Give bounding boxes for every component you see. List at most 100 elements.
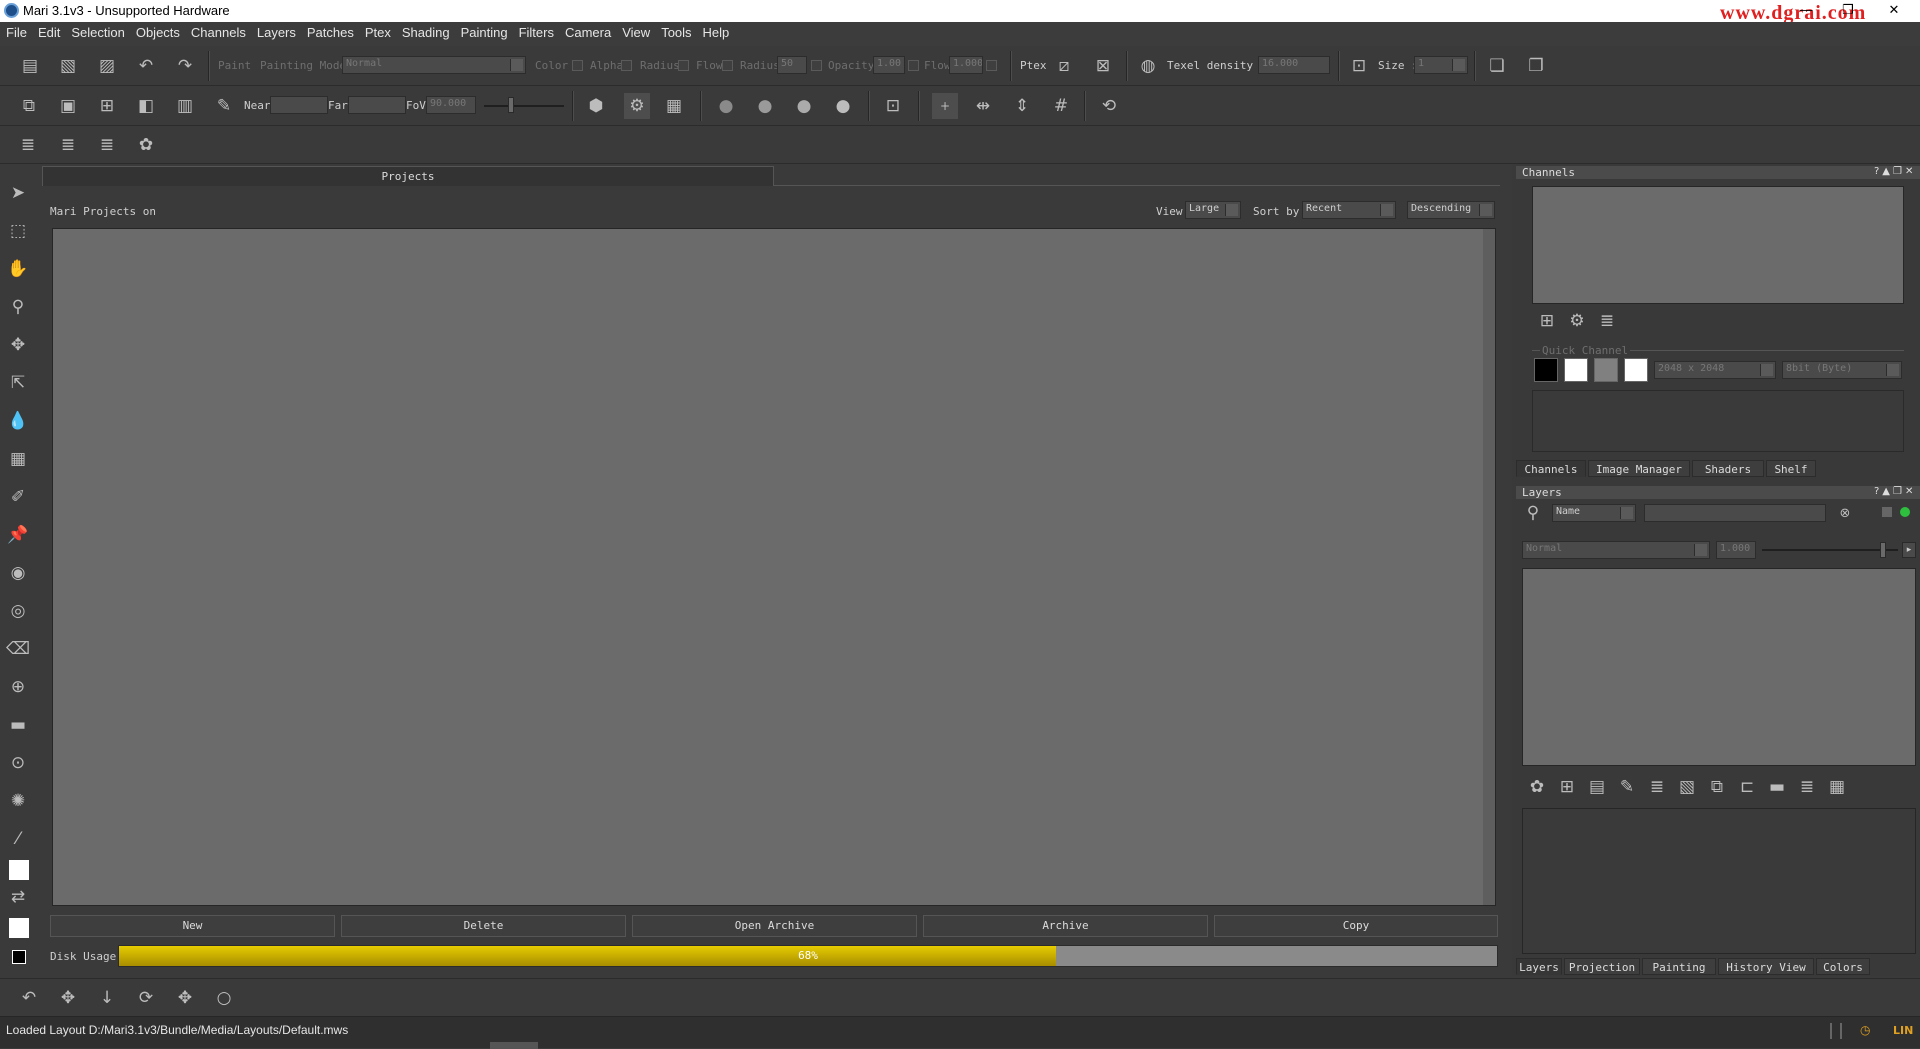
cube-icon[interactable]: ◧ (133, 93, 159, 119)
order-dropdown[interactable]: Descending (1407, 201, 1495, 219)
tab-projection[interactable]: Projection (1564, 958, 1640, 975)
ptex-resize-icon[interactable]: ⧄ (1051, 53, 1077, 79)
channels-list[interactable] (1532, 186, 1904, 304)
sphere-spec-icon[interactable]: ● (791, 93, 817, 119)
depth-dropdown[interactable]: 8bit (Byte) (1782, 361, 1902, 379)
flat-shade-icon[interactable]: ⚙ (624, 93, 650, 119)
grid-brush-icon[interactable]: ▦ (5, 446, 31, 472)
view-dropdown[interactable]: Large (1185, 201, 1241, 219)
pin-icon[interactable]: 📌 (5, 522, 31, 548)
mesh-icon[interactable]: ▥ (172, 93, 198, 119)
menu-selection[interactable]: Selection (65, 22, 129, 40)
fov-field[interactable]: 90.000 (426, 96, 476, 114)
tab-channels[interactable]: Channels (1516, 460, 1586, 477)
layer-remove-icon[interactable]: ≣ (94, 132, 120, 158)
sphere-flat-icon[interactable]: ● (713, 93, 739, 119)
tab-layers[interactable]: Layers (1516, 958, 1562, 975)
alpha-checkbox[interactable] (621, 60, 632, 71)
quick-channel-white-swatch[interactable] (1564, 358, 1588, 382)
palette-icon[interactable]: ✿ (133, 132, 159, 158)
layer-option-toggle[interactable] (1882, 507, 1892, 517)
center-point-icon[interactable]: + (932, 93, 958, 119)
menu-filters[interactable]: Filters (513, 22, 559, 40)
select-area-icon[interactable]: ⬚ (5, 218, 31, 244)
radius-lock[interactable] (811, 60, 822, 71)
eyedropper-icon[interactable]: ⁄ (5, 826, 31, 852)
transform-icon[interactable]: ⇱ (5, 370, 31, 396)
add-paint-layer-icon[interactable]: ✿ (1524, 774, 1550, 800)
texel-density-field[interactable]: 16.000 (1258, 56, 1330, 74)
close-file-icon[interactable]: ▧ (55, 53, 81, 79)
layer-add-icon[interactable]: ≣ (55, 132, 81, 158)
smudge-icon[interactable]: ✺ (5, 788, 31, 814)
tab-image-manager[interactable]: Image Manager (1588, 460, 1690, 477)
mirror-vertical-icon[interactable]: ⇕ (1009, 93, 1035, 119)
menu-shading[interactable]: Shading (396, 22, 455, 40)
menu-patches[interactable]: Patches (301, 22, 359, 40)
layer-opacity-handle[interactable] (1880, 542, 1886, 558)
mirror-horizontal-icon[interactable]: ⇹ (970, 93, 996, 119)
copy-project-button[interactable]: Copy (1214, 915, 1498, 937)
tab-painting[interactable]: Painting (1642, 958, 1716, 975)
tab-shaders[interactable]: Shaders (1692, 460, 1764, 477)
menu-camera[interactable]: Camera (559, 22, 616, 40)
eraser-icon[interactable]: ⌫ (5, 636, 31, 662)
layer-opacity-arrow-icon[interactable]: ▸ (1902, 542, 1916, 558)
new-file-icon[interactable]: ▤ (17, 53, 43, 79)
save-file-icon[interactable]: ▨ (94, 53, 120, 79)
slide-icon[interactable]: ⊙ (5, 750, 31, 776)
add-procedural-layer-icon[interactable]: ▤ (1584, 774, 1610, 800)
fov-slider-track[interactable] (484, 105, 564, 107)
tab-projects[interactable]: Projects (42, 166, 774, 186)
channels-panel-controls-icon[interactable]: ?▲❐✕ (1874, 166, 1916, 177)
fit-size-icon[interactable]: ⊡ (1346, 53, 1372, 79)
primary-color-swatch[interactable] (9, 860, 29, 880)
layer-filter-dropdown[interactable]: Name (1552, 504, 1636, 522)
sphere-lit-icon[interactable]: ● (752, 93, 778, 119)
flatten-icon[interactable]: ▬ (1764, 774, 1790, 800)
flow-lock[interactable] (986, 60, 997, 71)
gradient-icon[interactable]: ▬ (5, 712, 31, 738)
tab-colors[interactable]: Colors (1816, 958, 1870, 975)
opacity-lock[interactable] (908, 60, 919, 71)
tab-shelf[interactable]: Shelf (1766, 460, 1816, 477)
reset-view-icon[interactable]: ⟲ (1096, 93, 1122, 119)
flow-field[interactable]: 1.000 (949, 56, 983, 74)
circle-tool-icon[interactable]: ○ (211, 985, 237, 1011)
duplicate-layer-icon[interactable]: ⧉ (1704, 774, 1730, 800)
layer-opacity-field[interactable]: 1.000 (1716, 541, 1756, 559)
menu-file[interactable]: File (0, 22, 32, 40)
uv-grid-icon[interactable]: ⊞ (94, 93, 120, 119)
quick-channel-gray-swatch[interactable] (1594, 358, 1618, 382)
camera-icon[interactable]: ⧉ (16, 93, 42, 119)
project-list-area[interactable] (52, 228, 1496, 906)
add-channel-icon[interactable]: ⊞ (1534, 308, 1560, 334)
menu-view[interactable]: View (616, 22, 655, 40)
opacity-field[interactable]: 1.00 (873, 56, 905, 74)
clear-search-icon[interactable]: ⊗ (1832, 500, 1858, 526)
flow-checkbox[interactable] (722, 60, 733, 71)
secondary-color-swatch[interactable] (9, 918, 29, 938)
channel-settings-icon[interactable]: ⚙ (1564, 308, 1590, 334)
restore-button[interactable]: ❐ (1828, 0, 1868, 22)
layers-list[interactable] (1522, 568, 1916, 766)
clone-icon[interactable]: ⊕ (5, 674, 31, 700)
mask-icon[interactable]: ▧ (1674, 774, 1700, 800)
quick-channel-white2-swatch[interactable] (1624, 358, 1648, 382)
default-colors-swatch[interactable] (12, 950, 26, 964)
move-view-icon[interactable]: ✥ (172, 985, 198, 1011)
delete-project-button[interactable]: Delete (341, 915, 626, 937)
blend-mode-dropdown[interactable]: Normal (1522, 541, 1710, 559)
menu-layers[interactable]: Layers (251, 22, 301, 40)
globe-icon[interactable]: ◍ (1135, 53, 1161, 79)
project-list-scrollbar[interactable] (1483, 229, 1495, 905)
menu-tools[interactable]: Tools (655, 22, 696, 40)
merge-layer-icon[interactable]: ⊏ (1734, 774, 1760, 800)
fov-slider-handle[interactable] (508, 97, 514, 113)
ptex-grid-icon[interactable]: ⊠ (1090, 53, 1116, 79)
menu-edit[interactable]: Edit (32, 22, 65, 40)
frame-icon[interactable]: ⊡ (880, 93, 906, 119)
add-shader-layer-icon[interactable]: ✎ (1614, 774, 1640, 800)
down-arrow-icon[interactable]: ↓ (94, 985, 120, 1011)
radius-checkbox[interactable] (678, 60, 689, 71)
